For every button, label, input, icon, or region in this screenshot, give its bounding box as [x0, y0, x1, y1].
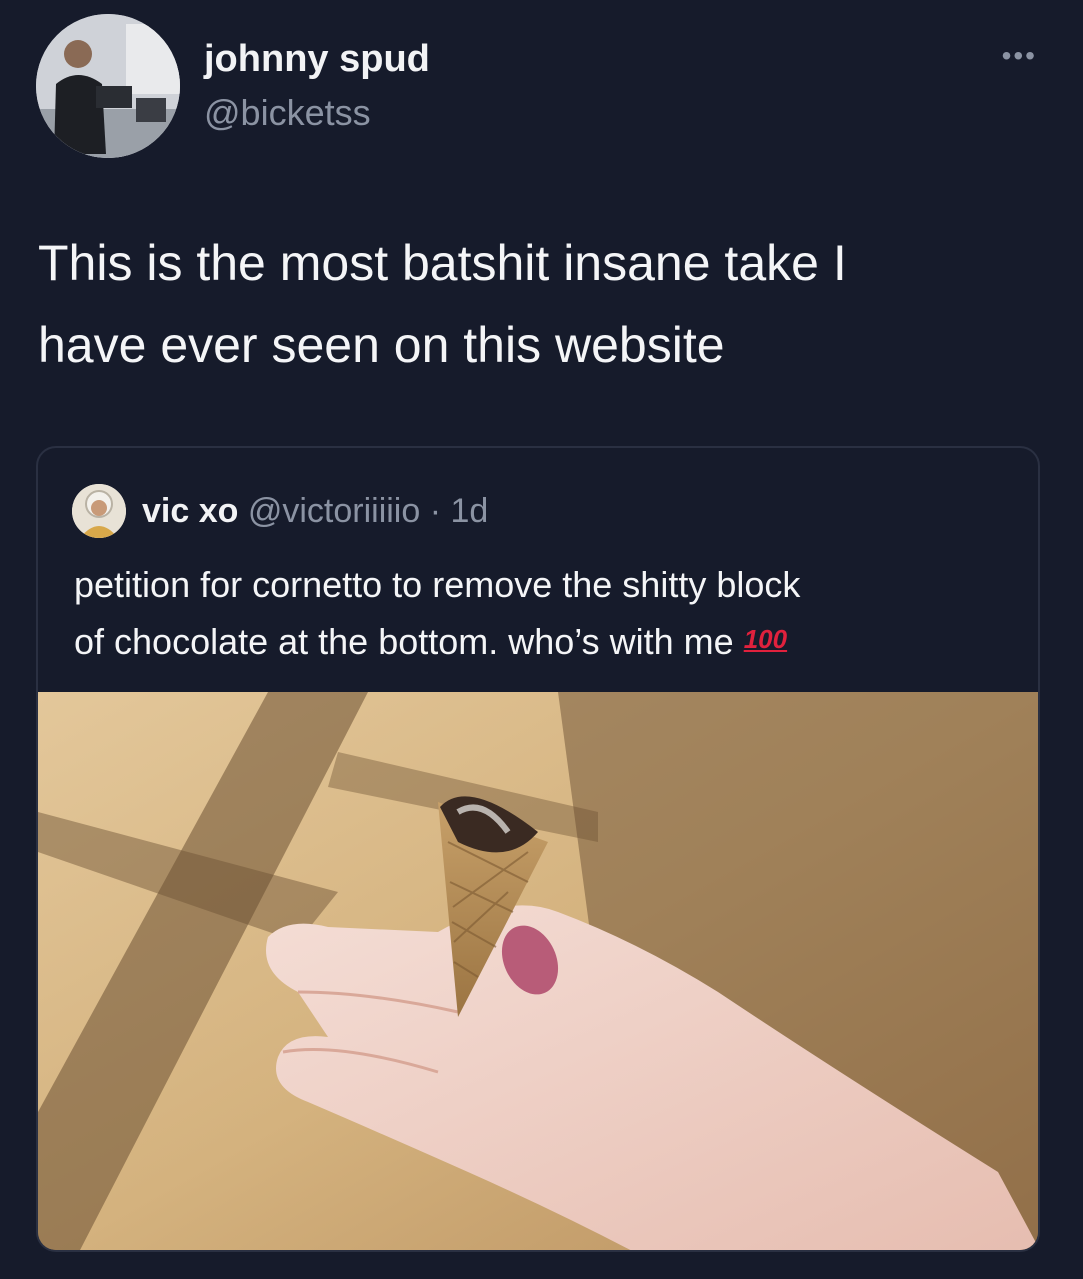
- quoted-text-line-content: of chocolate at the bottom. who’s with m…: [74, 621, 734, 662]
- quoted-text-line: of chocolate at the bottom. who’s with m…: [74, 612, 1014, 669]
- more-horizontal-icon: •••: [1001, 40, 1037, 71]
- tweet-text-line: have ever seen on this website: [38, 317, 725, 373]
- quoted-text-line: petition for cornetto to remove the shit…: [74, 564, 801, 605]
- hundred-points-icon: 100: [743, 624, 788, 654]
- tweet-text-line: This is the most batshit insane take I: [38, 235, 847, 291]
- author-handle[interactable]: @bicketss: [204, 92, 371, 134]
- quoted-handle-time[interactable]: @victoriiiiio · 1d: [248, 492, 488, 530]
- quoted-media-image[interactable]: [38, 692, 1040, 1252]
- avatar-photo: [36, 14, 180, 158]
- quoted-header: vic xo @victoriiiiio · 1d: [142, 492, 488, 531]
- quoted-author-avatar[interactable]: [72, 484, 126, 538]
- quoted-avatar-photo: [72, 484, 126, 538]
- tweet-text: This is the most batshit insane take I h…: [38, 222, 1028, 386]
- author-avatar[interactable]: [36, 14, 180, 158]
- tweet-card: johnny spud @bicketss ••• This is the mo…: [0, 0, 1083, 1279]
- more-options-button[interactable]: •••: [1002, 40, 1037, 72]
- quoted-text: petition for cornetto to remove the shit…: [74, 558, 1014, 669]
- author-display-name[interactable]: johnny spud: [204, 38, 430, 81]
- quoted-tweet[interactable]: vic xo @victoriiiiio · 1d petition for c…: [36, 446, 1040, 1252]
- quoted-display-name[interactable]: vic xo: [142, 492, 238, 530]
